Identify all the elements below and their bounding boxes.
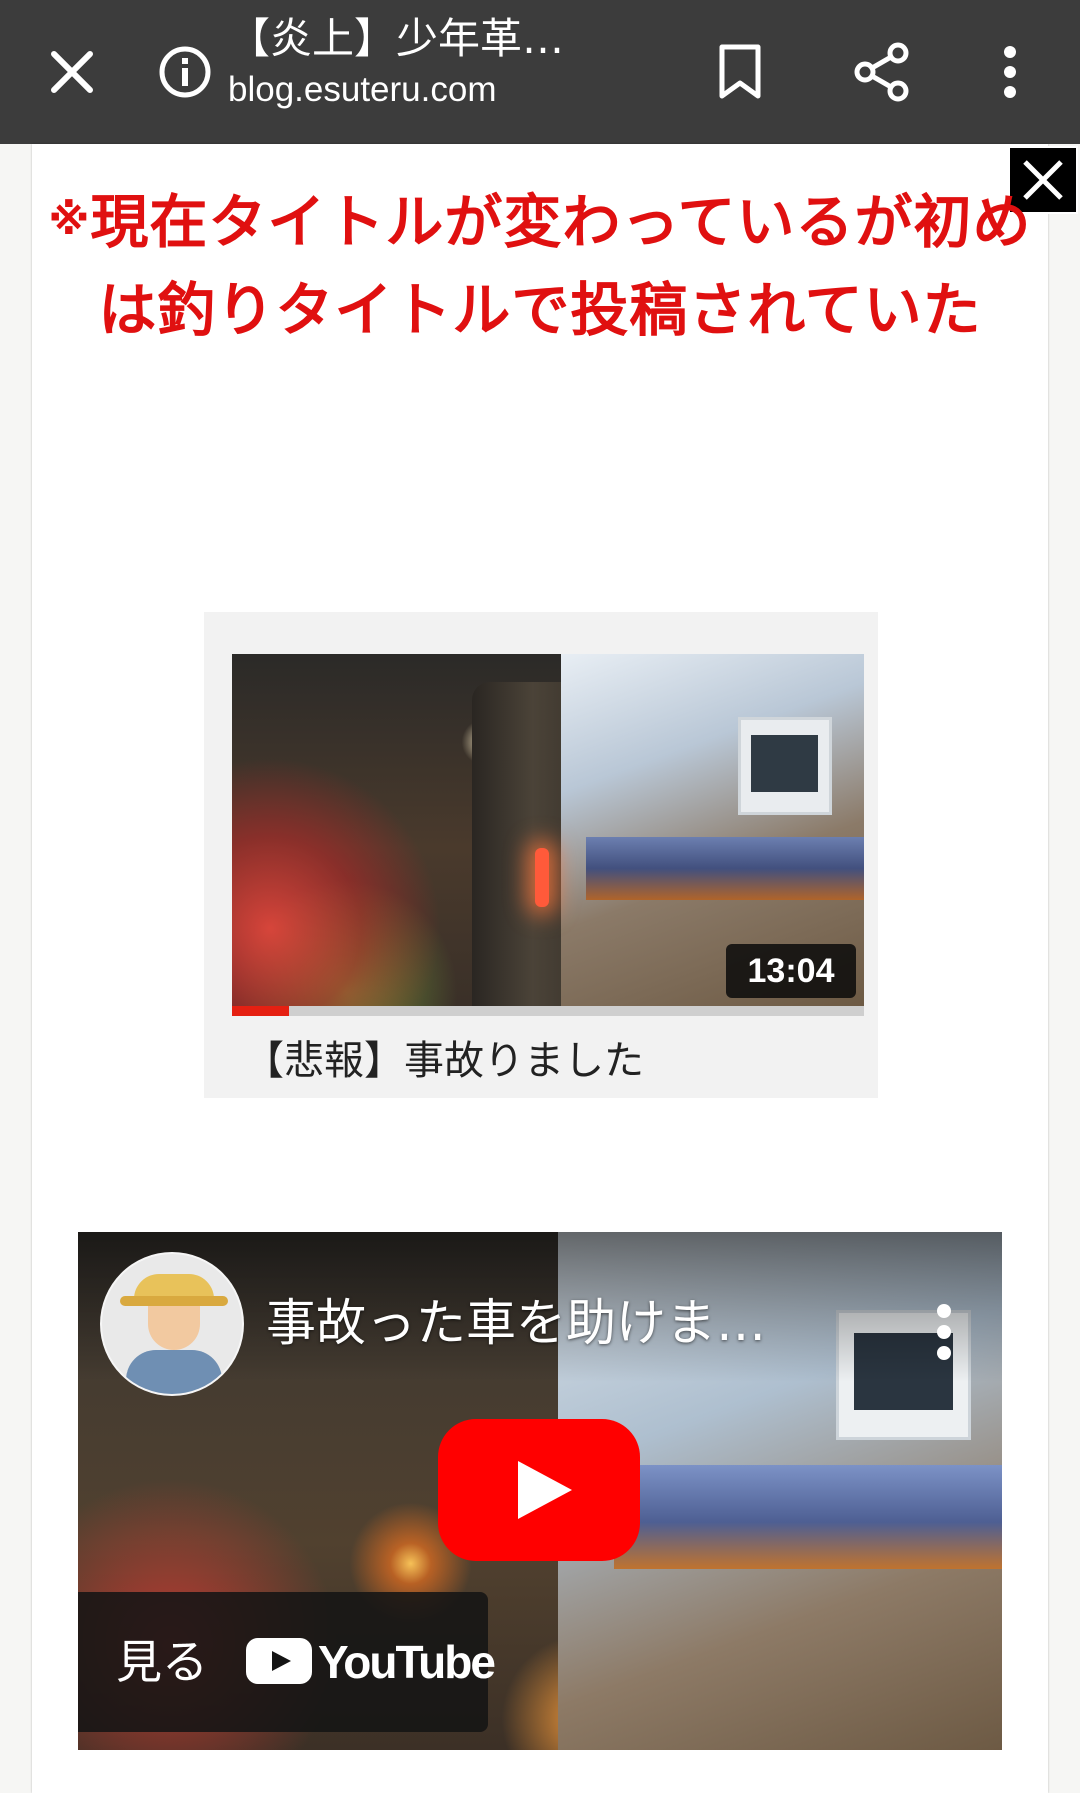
play-button-icon[interactable] bbox=[438, 1419, 640, 1561]
info-icon bbox=[159, 46, 211, 98]
youtube-logo-icon bbox=[246, 1638, 312, 1684]
page-info-button[interactable] bbox=[140, 0, 230, 144]
more-vert-icon[interactable] bbox=[934, 1302, 954, 1362]
close-tab-button[interactable] bbox=[30, 0, 114, 144]
notice-mark: ※ bbox=[48, 195, 91, 244]
more-vert-icon bbox=[1004, 46, 1016, 98]
page-title: 【炎上】少年革… bbox=[228, 14, 565, 63]
bookmark-icon bbox=[719, 44, 761, 99]
page-url: blog.esuteru.com bbox=[228, 70, 497, 109]
notice-text: 現在タイトルが変わっているが初めは釣りタイトルで投稿されていた bbox=[90, 188, 1032, 344]
video-card-title: 【悲報】事故りました bbox=[244, 1038, 644, 1084]
youtube-embed-player[interactable]: 事故った車を助けま… 見る YouTube bbox=[78, 1232, 1002, 1750]
close-icon bbox=[51, 51, 93, 93]
watch-progress-bar bbox=[232, 1006, 864, 1016]
youtube-wordmark: YouTube bbox=[318, 1636, 496, 1688]
article-notice: ※現在タイトルが変わっているが初めは釣りタイトルで投稿されていた bbox=[40, 176, 1040, 354]
video-duration-badge: 13:04 bbox=[726, 944, 856, 998]
watch-on-youtube-button[interactable]: 見る YouTube bbox=[78, 1592, 496, 1732]
bookmark-button[interactable] bbox=[700, 0, 780, 144]
more-menu-button[interactable] bbox=[980, 0, 1040, 144]
page-title-block[interactable]: 【炎上】少年革… blog.esuteru.com bbox=[228, 10, 648, 112]
share-button[interactable] bbox=[840, 0, 924, 144]
watch-progress-fill bbox=[232, 1006, 289, 1016]
embed-video-title[interactable]: 事故った車を助けま… bbox=[266, 1288, 846, 1358]
watch-label: 見る bbox=[116, 1635, 208, 1689]
share-icon bbox=[854, 42, 909, 102]
channel-avatar[interactable] bbox=[100, 1252, 244, 1396]
video-card[interactable]: 13:04 【悲報】事故りました bbox=[204, 612, 878, 1098]
browser-toolbar: 【炎上】少年革… blog.esuteru.com bbox=[0, 0, 1080, 144]
